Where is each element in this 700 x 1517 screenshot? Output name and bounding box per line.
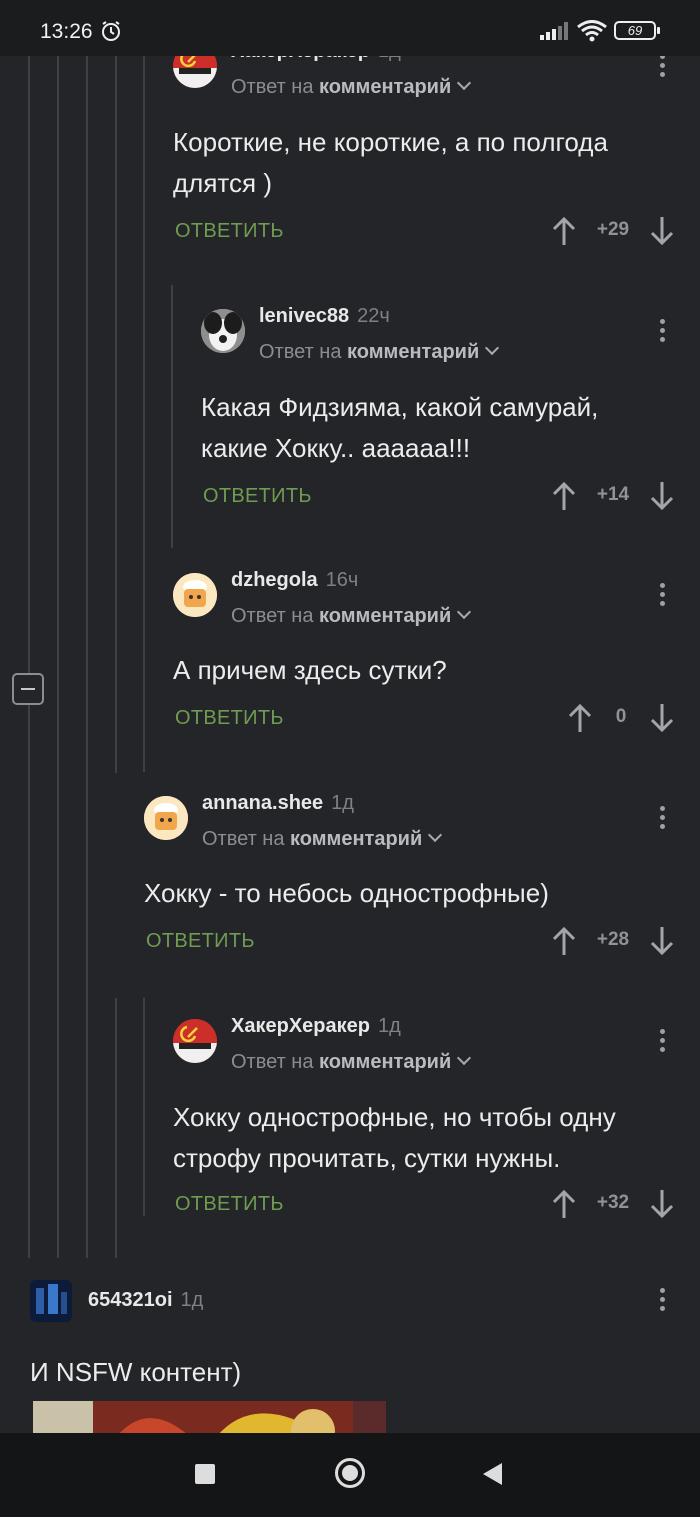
comment-score: 0 xyxy=(615,706,627,727)
more-options-icon[interactable] xyxy=(660,54,665,81)
downvote-icon[interactable] xyxy=(649,1189,675,1219)
comment-author[interactable]: ХакерХеракер1д xyxy=(231,1015,401,1038)
more-options-icon[interactable] xyxy=(660,583,665,610)
more-options-icon[interactable] xyxy=(660,1029,665,1056)
comment: annana.shee 1д Ответ на комментарий Хокку… xyxy=(144,792,700,976)
comment-author[interactable]: dzhegola 16ч xyxy=(231,569,358,592)
back-icon[interactable] xyxy=(483,1463,502,1485)
comment-score: +28 xyxy=(596,929,630,950)
upvote-icon[interactable] xyxy=(551,1189,577,1219)
home-icon[interactable] xyxy=(335,1458,365,1488)
comment-author[interactable]: lenivec88 22ч xyxy=(259,305,390,328)
thread-line[interactable] xyxy=(115,998,117,1258)
thread-line[interactable] xyxy=(86,56,88,1258)
upvote-icon[interactable] xyxy=(567,703,593,733)
thread-line[interactable] xyxy=(171,285,173,548)
chevron-down-icon xyxy=(457,75,472,91)
upvote-icon[interactable] xyxy=(551,926,577,956)
chevron-down-icon xyxy=(457,1050,472,1066)
battery-indicator: 69 xyxy=(614,21,660,40)
wifi-icon xyxy=(577,20,607,42)
reply-to[interactable]: Ответ на комментарий xyxy=(202,827,443,851)
downvote-icon[interactable] xyxy=(649,926,675,956)
chevron-down-icon xyxy=(457,604,472,620)
signal-icon xyxy=(540,22,568,40)
avatar[interactable] xyxy=(144,796,188,840)
comment-score: +29 xyxy=(596,219,630,240)
downvote-icon[interactable] xyxy=(649,481,675,511)
downvote-icon[interactable] xyxy=(649,703,675,733)
upvote-icon[interactable] xyxy=(551,481,577,511)
avatar[interactable] xyxy=(201,309,245,353)
comment: ХакерХеракер1д Ответ на комментарий Коро… xyxy=(173,40,700,264)
comment-score: +14 xyxy=(596,484,630,505)
recent-apps-icon[interactable] xyxy=(195,1464,215,1484)
more-options-icon[interactable] xyxy=(660,806,665,833)
vote-controls: 0 xyxy=(551,703,681,733)
thread-line[interactable] xyxy=(28,705,30,1258)
reply-button[interactable]: ОТВЕТИТЬ xyxy=(175,707,284,730)
alarm-icon xyxy=(102,21,120,41)
thread-line[interactable] xyxy=(143,998,145,1216)
status-time: 13:26 xyxy=(40,20,93,43)
comment-text: Короткие, не короткие, а по полгода длят… xyxy=(173,127,608,198)
thread-line[interactable] xyxy=(115,56,117,773)
comment-age: 22ч xyxy=(357,305,390,327)
comment-text: А причем здесь сутки? xyxy=(173,655,447,685)
thread-line[interactable] xyxy=(57,56,59,1258)
downvote-icon[interactable] xyxy=(649,216,675,246)
reply-button[interactable]: ОТВЕТИТЬ xyxy=(175,1193,284,1216)
reply-to[interactable]: Ответ на комментарий xyxy=(231,604,472,628)
comment-text: Какая Фидзияма, какой самурай, какие Хок… xyxy=(201,392,599,463)
comment-age: 16ч xyxy=(325,569,359,591)
reply-to[interactable]: Ответ на комментарий xyxy=(231,1050,472,1074)
status-bar: 13:26 69 xyxy=(0,0,700,56)
chevron-down-icon xyxy=(485,340,500,356)
chevron-down-icon xyxy=(428,827,443,843)
avatar[interactable] xyxy=(173,1019,217,1063)
vote-controls: +32 xyxy=(551,1189,681,1219)
reply-button[interactable]: ОТВЕТИТЬ xyxy=(175,220,284,243)
vote-controls: +28 xyxy=(551,926,681,956)
comment-text: Хокку однострофные, но чтобы одну строфу… xyxy=(173,1102,616,1173)
thread-line[interactable] xyxy=(143,56,145,772)
comment-author[interactable]: annana.shee 1д xyxy=(202,792,354,815)
comment-score: +32 xyxy=(596,1192,630,1213)
comment-text: Хокку - то небось однострофные) xyxy=(144,878,549,908)
comment-age: 1д xyxy=(377,1015,401,1037)
reply-button[interactable]: ОТВЕТИТЬ xyxy=(203,485,312,508)
comment-age: 1д xyxy=(331,792,354,814)
system-navigation-bar xyxy=(0,1433,700,1517)
comment: ХакерХеракер 1д Ответ на комментарий Хокк… xyxy=(173,1015,700,1239)
vote-controls: +29 xyxy=(551,216,681,246)
reply-button[interactable]: ОТВЕТИТЬ xyxy=(146,930,255,953)
collapse-thread-button[interactable] xyxy=(12,673,44,705)
comment-author[interactable]: 654321oi 1д xyxy=(88,1289,203,1312)
reply-to[interactable]: Ответ на комментарий xyxy=(259,340,500,364)
more-options-icon[interactable] xyxy=(660,319,665,346)
avatar[interactable] xyxy=(173,573,217,617)
comment: lenivec88 22ч Ответ на комментарий Какая … xyxy=(201,305,700,529)
comment-text: И NSFW контент) xyxy=(30,1357,242,1387)
comment: 654321oi 1д И NSFW контент) xyxy=(30,1280,700,1410)
reply-to[interactable]: Ответ на комментарий xyxy=(231,75,472,99)
comment: dzhegola 16ч Ответ на комментарий А приче… xyxy=(173,569,700,753)
thread-line[interactable] xyxy=(28,56,30,673)
more-options-icon[interactable] xyxy=(660,1288,665,1315)
avatar[interactable] xyxy=(30,1280,72,1322)
vote-controls: +14 xyxy=(551,481,681,511)
upvote-icon[interactable] xyxy=(551,216,577,246)
comment-age: 1д xyxy=(180,1289,204,1311)
